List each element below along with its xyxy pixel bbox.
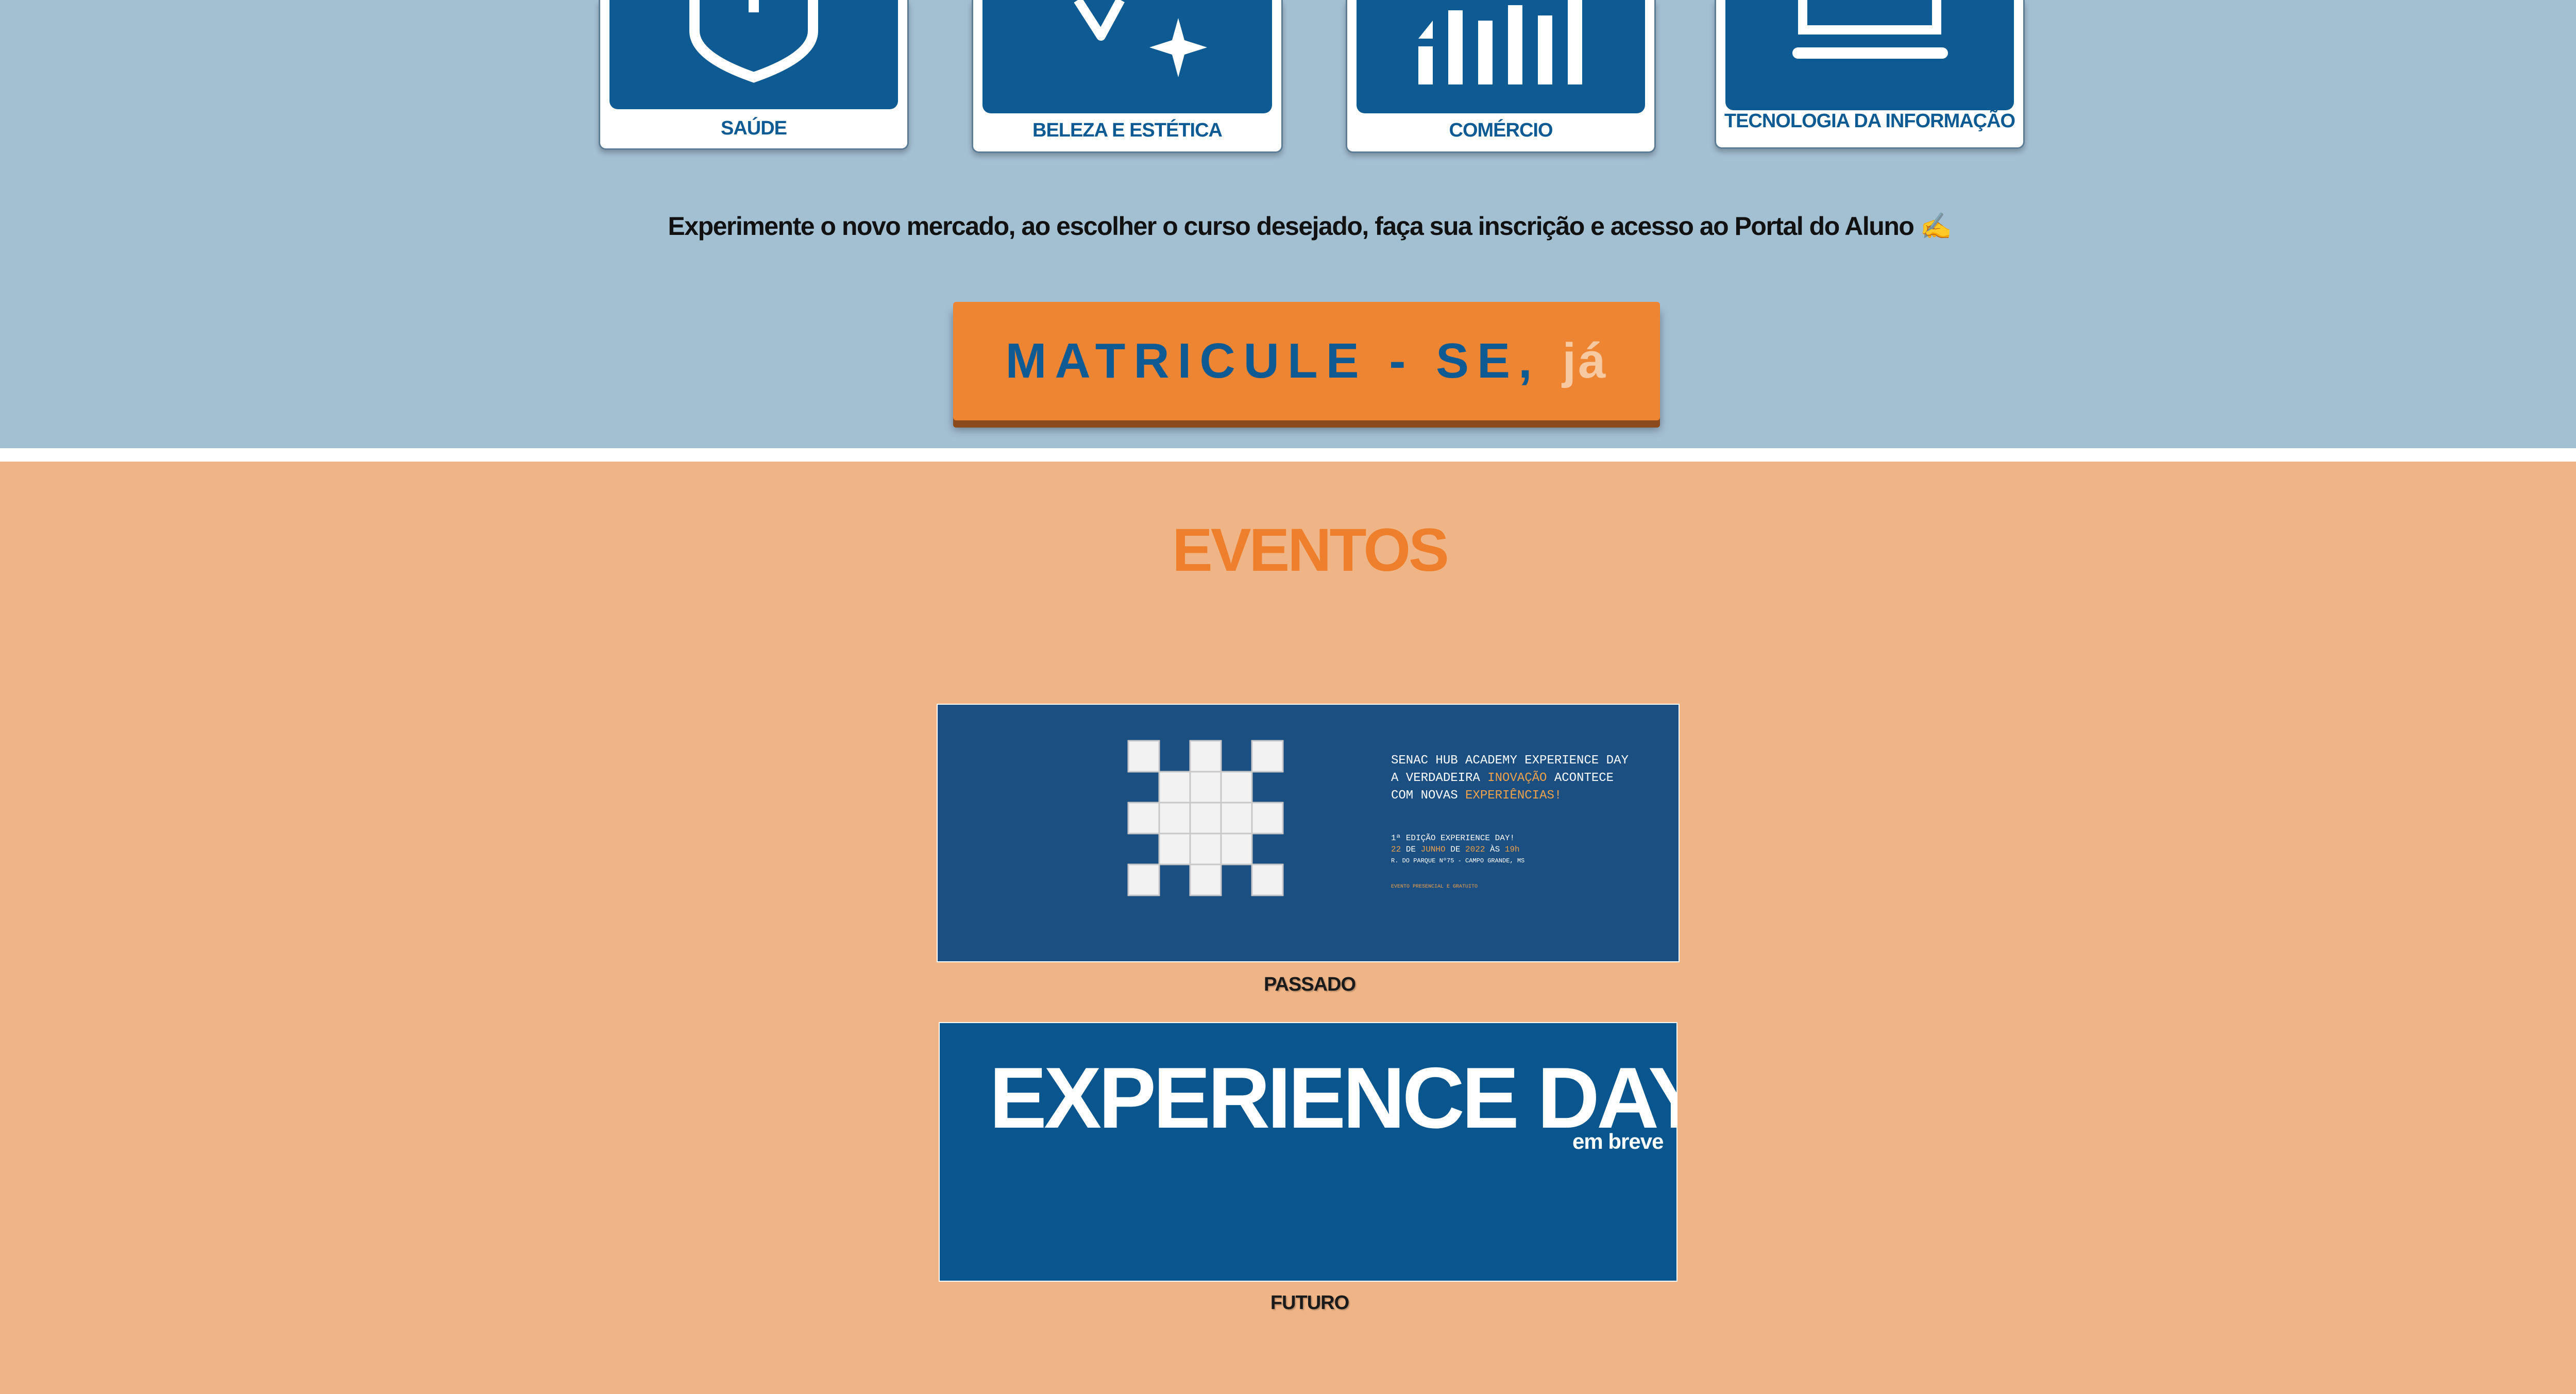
category-label: TECNOLOGIA DA INFORMAÇÃO — [1724, 110, 2015, 132]
shield-icon — [689, 0, 818, 83]
future-event-caption: FUTURO — [1270, 1292, 1349, 1314]
future-event-banner[interactable]: EXPERIENCE DAY em breve — [939, 1022, 1677, 1282]
past-event-headline: SENAC HUB ACADEMY EXPERIENCE DAY A VERDA… — [1391, 754, 1629, 803]
events-title: EVENTOS — [1172, 516, 1449, 584]
category-card-beleza[interactable]: BELEZA E ESTÉTICA — [972, 0, 1283, 153]
hashtag-icon — [1127, 740, 1284, 896]
category-card-comercio[interactable]: COMÉRCIO — [1346, 0, 1656, 153]
category-card-saude[interactable]: SAÚDE — [599, 0, 909, 150]
past-event-banner[interactable]: SENAC HUB ACADEMY EXPERIENCE DAY A VERDA… — [937, 704, 1680, 962]
enroll-button[interactable]: MATRICULE - SE, já — [953, 302, 1660, 420]
past-event-note: EVENTO PRESENCIAL E GRATUITO — [1391, 884, 1478, 890]
enroll-button-accent: já — [1562, 333, 1608, 388]
past-event-caption: PASSADO — [1263, 974, 1356, 995]
enroll-button-label: MATRICULE - SE, — [1005, 333, 1540, 388]
sparkle-icon — [1074, 0, 1207, 77]
courses-section: SAÚDE BELEZA E ESTÉTICA COMÉRCIO TECNOLO… — [0, 0, 2576, 448]
category-label: SAÚDE — [720, 117, 787, 139]
category-card-tecnologia[interactable]: TECNOLOGIA DA INFORMAÇÃO — [1715, 0, 2025, 149]
laptop-icon — [1792, 0, 1948, 59]
category-label: COMÉRCIO — [1449, 120, 1553, 141]
bar-chart-icon — [1418, 0, 1582, 84]
category-card-tile — [1725, 0, 2014, 110]
future-event-subtitle: em breve — [1572, 1129, 1664, 1153]
category-card-tile — [982, 0, 1272, 113]
section-divider — [0, 448, 2576, 462]
category-card-tile — [609, 0, 898, 109]
category-label: BELEZA E ESTÉTICA — [1032, 120, 1223, 141]
enroll-tagline: Experimente o novo mercado, ao escolher … — [668, 212, 1952, 241]
past-event-details: 1ª EDIÇÃO EXPERIENCE DAY! 22 DE JUNHO DE… — [1391, 834, 1525, 864]
category-card-tile — [1357, 0, 1645, 113]
